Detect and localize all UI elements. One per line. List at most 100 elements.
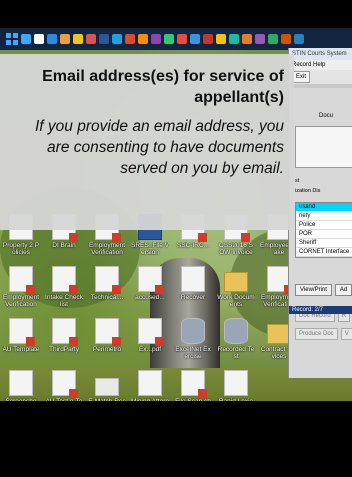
agency-list-item[interactable]: CORNET Interface	[296, 248, 352, 257]
desktop-icon[interactable]: Rapid Lexie Rebuilt	[217, 370, 255, 401]
screen: Property 2 Policies DI Brain Employment Ve…	[0, 0, 352, 477]
desktop-icon-label: Ex...pdf	[138, 346, 162, 353]
desktop-icon[interactable]: ExcelNet Exercise	[174, 318, 212, 360]
desktop-icon-label: DI Brain	[52, 242, 76, 249]
taskbar-app-icon[interactable]	[294, 34, 304, 44]
desktop-icon[interactable]: ThirdParty	[45, 318, 83, 360]
taskbar-app-icon[interactable]	[255, 34, 265, 44]
pdf-file-icon	[181, 370, 207, 398]
desktop-icon-label: Employment Verification	[88, 242, 126, 256]
taskbar-app-icon[interactable]	[203, 34, 213, 44]
doc-file-icon	[181, 266, 205, 292]
app-button-row: View/Print Ad	[295, 284, 352, 296]
desktop-icon-label: Intake Checklist	[45, 294, 83, 308]
taskbar-app-icon[interactable]	[34, 34, 44, 44]
document-field-box[interactable]	[295, 126, 352, 168]
taskbar-app-icon[interactable]	[216, 34, 226, 44]
list-header-label: st	[295, 178, 300, 184]
taskbar-app-icon[interactable]	[86, 34, 96, 44]
desktop-icon[interactable]: AU Test e-Test Files docx	[45, 370, 83, 401]
docu-label: Docu	[319, 113, 334, 119]
agency-list[interactable]: usand riety Police POR Sheriff CORNET Interfa…	[295, 202, 352, 258]
mail-file-icon	[95, 378, 119, 396]
pdf-file-icon	[95, 318, 121, 346]
desktop-icon[interactable]: Mining Attorney...	[131, 370, 169, 401]
taskbar-app-icon[interactable]	[60, 34, 70, 44]
tooltip-body: If you provide an email address, you are…	[35, 118, 284, 177]
desktop-icon-label: Technical...	[90, 294, 124, 301]
folder-file-icon	[224, 272, 248, 292]
desktop-icon-label: Property 2 Policies	[2, 242, 40, 256]
desktop-icon-label: Recorded Test	[217, 346, 255, 360]
doc-file-icon	[9, 370, 33, 396]
agency-list-item[interactable]: POR	[296, 230, 352, 239]
list-header-label-2: ization Dis	[295, 188, 321, 194]
taskbar-app-icon[interactable]	[73, 34, 83, 44]
desktop-icon[interactable]: Work Documents	[217, 266, 255, 308]
taskbar-app-icon[interactable]	[47, 34, 57, 44]
v-button[interactable]: V	[340, 328, 352, 340]
desktop-icon[interactable]: AU Template	[2, 318, 40, 360]
desktop-icon-label: Recover	[180, 294, 206, 301]
taskbar-app-icon[interactable]	[138, 34, 148, 44]
desktop-icon[interactable]: Employment Verification	[2, 266, 40, 308]
desktop-icon-label: ThirdParty	[49, 346, 79, 353]
add-button[interactable]: Ad	[334, 284, 352, 296]
desktop-icon[interactable]: Recorded Test	[217, 318, 255, 360]
stin-courts-app-window[interactable]: STIN Courts System Record Help Exit Docu…	[288, 48, 352, 378]
desktop-icon[interactable]: File Scan checklist.pdf	[174, 370, 212, 401]
app-disabled-row-2: Produce Doc V	[295, 328, 352, 340]
app-title-bar: STIN Courts System	[289, 48, 352, 60]
agency-list-item[interactable]: Sheriff	[296, 239, 352, 248]
taskbar-app-icon[interactable]	[190, 34, 200, 44]
tooltip-title: Email address(es) for service of appella…	[42, 68, 284, 106]
desktop-icon-label: ExcelNet Exercise	[175, 346, 211, 360]
pdf-file-icon	[95, 266, 121, 294]
taskbar-app-icon[interactable]	[281, 34, 291, 44]
bottom-black-band	[0, 401, 352, 477]
desktop-icon-label: AU Template	[2, 346, 40, 353]
desktop-icon-label: Employment Verification	[2, 294, 40, 308]
desktop-icon-label: CSS2016 SOW Invoice	[219, 242, 253, 256]
produce-doc-button[interactable]: Produce Doc	[295, 328, 338, 340]
desktop-icon[interactable]: E-Match Receipt.pdf	[88, 370, 126, 401]
db-file-icon	[181, 318, 205, 344]
doc-file-icon	[224, 370, 248, 396]
desktop-icon-label: SSC-IRC...	[176, 242, 210, 249]
pdf-file-icon	[9, 318, 35, 346]
taskbar-app-icon[interactable]	[112, 34, 122, 44]
desktop-icon[interactable]: Recover	[174, 266, 212, 308]
agency-list-item[interactable]: Police	[296, 221, 352, 230]
desktop-icon[interactable]: Intake Checklist	[45, 266, 83, 308]
desktop-icon[interactable]: accused...	[131, 266, 169, 308]
windows-start-icon[interactable]	[6, 33, 18, 45]
taskbar-app-icon[interactable]	[177, 34, 187, 44]
desktop-icon[interactable]: Technical...	[88, 266, 126, 308]
taskbar-app-icon[interactable]	[21, 34, 31, 44]
field-help-tooltip: Email address(es) for service of appella…	[0, 54, 294, 230]
taskbar-app-icon[interactable]	[164, 34, 174, 44]
pdf-file-icon	[52, 318, 78, 346]
agency-list-item[interactable]: usand	[296, 203, 352, 212]
taskbar-app-icon[interactable]	[125, 34, 135, 44]
taskbar-pinned-icons	[18, 34, 304, 44]
desktop-icon[interactable]: Ex...pdf	[131, 318, 169, 360]
desktop-icon[interactable]: Perimetro	[88, 318, 126, 360]
pdf-file-icon	[52, 266, 78, 294]
exit-button[interactable]: Exit	[292, 71, 311, 83]
taskbar-app-icon[interactable]	[242, 34, 252, 44]
taskbar-app-icon[interactable]	[268, 34, 278, 44]
desktop-icon[interactable]: Screenshot...	[2, 370, 40, 401]
taskbar-app-icon[interactable]	[99, 34, 109, 44]
app-toolbar: Exit	[289, 70, 352, 84]
taskbar-app-icon[interactable]	[229, 34, 239, 44]
view-print-button[interactable]: View/Print	[295, 284, 332, 296]
pdf-file-icon	[138, 266, 164, 294]
app-menu-bar[interactable]: Record Help	[289, 60, 352, 70]
doc-file-icon	[138, 370, 162, 396]
taskbar-app-icon[interactable]	[151, 34, 161, 44]
pdf-file-icon	[9, 266, 35, 294]
desktop-icon-label: SRES_File Version	[131, 242, 169, 256]
taskbar[interactable]	[0, 28, 352, 50]
agency-list-item[interactable]: riety	[296, 212, 352, 221]
